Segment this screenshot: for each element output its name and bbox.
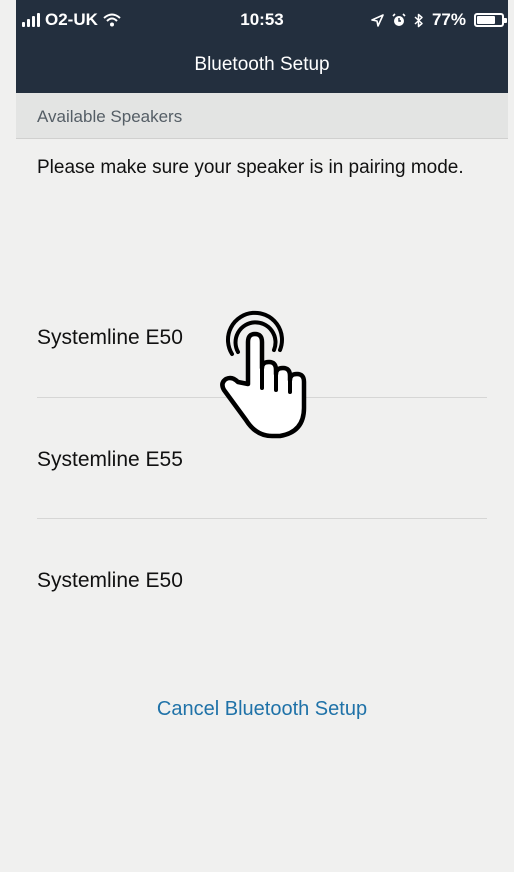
battery-percent: 77% [431,10,466,29]
cancel-bluetooth-setup-button[interactable]: Cancel Bluetooth Setup [16,698,508,732]
section-title: Available Speakers [37,107,183,126]
page-title: Bluetooth Setup [194,54,330,75]
status-right: 77% [371,10,507,30]
location-icon [371,13,384,27]
list-divider [37,518,487,519]
speaker-label: Systemline E50 [37,326,183,349]
speaker-item[interactable]: Systemline E50 [37,551,487,611]
battery-icon [474,13,507,27]
speaker-label: Systemline E50 [37,569,183,592]
phone-screen: O2-UK 10:53 77% Bluetooth Setup Availabl… [0,0,514,872]
nav-header: Bluetooth Setup [16,40,508,93]
hand-tap-icon [220,310,307,439]
alarm-icon [392,13,406,26]
instruction-text: Please make sure your speaker is in pair… [37,157,464,178]
status-bar: O2-UK 10:53 77% [16,0,508,40]
speaker-label: Systemline E55 [37,448,183,471]
section-header: Available Speakers [16,93,508,139]
bluetooth-icon [414,13,423,27]
